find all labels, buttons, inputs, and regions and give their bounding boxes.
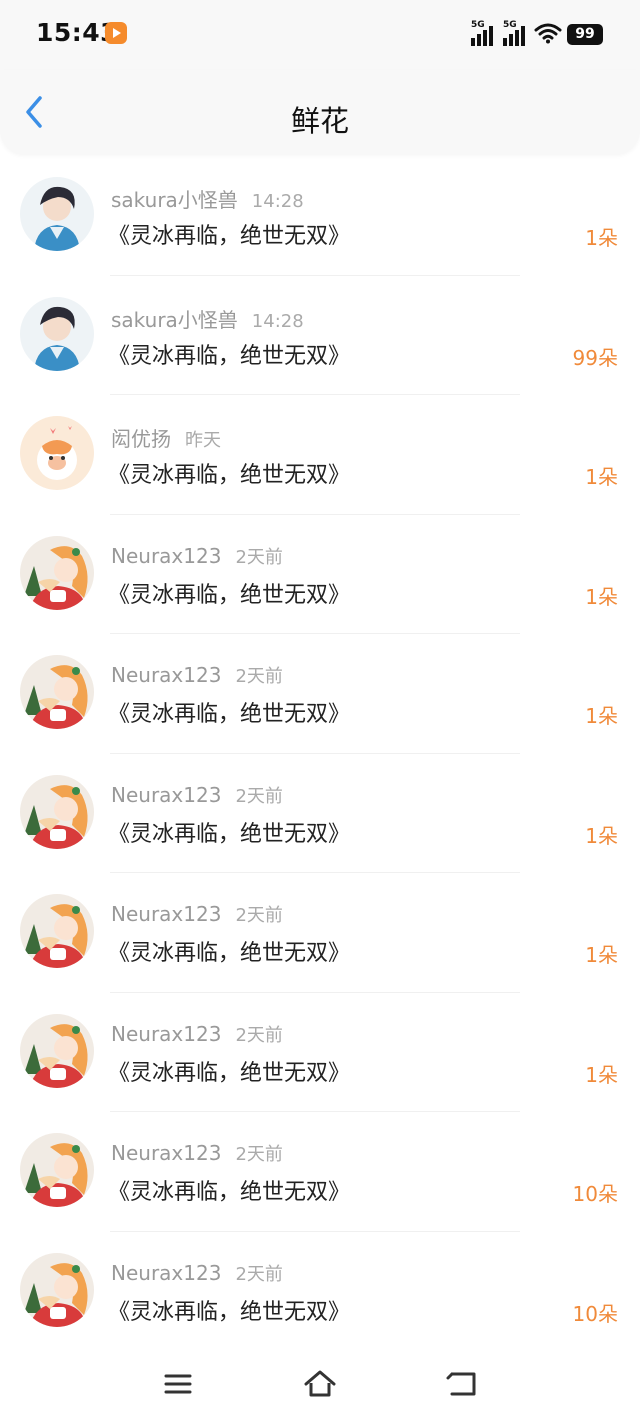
username: 闳优扬 — [111, 427, 171, 451]
battery-indicator: 99 — [567, 24, 603, 45]
avatar[interactable] — [20, 535, 94, 610]
flower-count: 1朵 — [585, 1062, 618, 1087]
avatar[interactable] — [20, 774, 94, 849]
book-title: 《灵冰再临，绝世无双》 — [108, 1180, 351, 1205]
send-time: 2天前 — [235, 1263, 283, 1285]
signal-label: 5G — [471, 20, 485, 30]
flower-count: 1朵 — [585, 465, 618, 489]
page-title: 鲜花 — [290, 104, 349, 138]
flower-count: 10朵 — [572, 1301, 618, 1326]
username-line: Neurax123 2天前 — [111, 782, 283, 808]
username-line: Neurax123 2天前 — [111, 1140, 283, 1166]
signal-icon: 5G — [471, 20, 497, 46]
username-line: Neurax123 2天前 — [111, 662, 283, 688]
username: Neurax123 — [111, 543, 222, 568]
wifi-icon — [534, 23, 562, 44]
username: Neurax123 — [111, 1141, 222, 1165]
flower-count: 1朵 — [585, 584, 618, 609]
flower-count: 1朵 — [585, 823, 618, 848]
send-time: 2天前 — [235, 1024, 283, 1046]
avatar[interactable] — [20, 296, 94, 371]
flower-count: 1朵 — [585, 704, 618, 728]
flower-count: 1朵 — [585, 226, 618, 250]
list-item[interactable]: Neurax123 2天前《灵冰再临，绝世无双》 10朵 — [0, 1112, 640, 1232]
list-item[interactable]: Neurax123 2天前《灵冰再临，绝世无双》 1朵 — [0, 754, 640, 873]
username-line: Neurax123 2天前 — [111, 1021, 283, 1047]
avatar[interactable] — [20, 655, 94, 729]
username-line: sakura小怪兽 14:28 — [111, 184, 304, 213]
book-title: 《灵冰再临，绝世无双》 — [108, 1299, 351, 1325]
flower-count: 1朵 — [585, 943, 618, 967]
send-time: 昨天 — [185, 430, 221, 451]
signal-icon-2: 5G — [503, 20, 529, 46]
home-icon[interactable] — [302, 1366, 338, 1402]
menu-icon[interactable] — [160, 1366, 196, 1402]
username-line: Neurax123 2天前 — [111, 901, 283, 927]
list-item[interactable]: Neurax123 2天前《灵冰再临，绝世无双》 1朵 — [0, 873, 640, 993]
list-item[interactable]: sakura小怪兽 14:28 《灵冰再临，绝世无双》 1朵 — [0, 156, 640, 276]
status-bar: 15:43 5G 5G 99 — [0, 0, 640, 70]
send-time: 14:28 — [251, 310, 304, 332]
page-header: 鲜花 — [0, 70, 640, 154]
book-title: 《灵冰再临，绝世无双》 — [108, 582, 351, 608]
username: Neurax123 — [111, 902, 222, 926]
send-time: 2天前 — [235, 546, 283, 568]
signal-label-2: 5G — [503, 20, 517, 30]
book-title: 《灵冰再临，绝世无双》 — [108, 343, 351, 369]
username: Neurax123 — [111, 782, 222, 807]
list-item[interactable]: Neurax123 2天前《灵冰再临，绝世无双》 1朵 — [0, 634, 640, 754]
book-title: 《灵冰再临，绝世无双》 — [108, 821, 351, 847]
avatar[interactable] — [20, 1252, 94, 1327]
return-icon[interactable] — [444, 1366, 480, 1402]
book-title: 《灵冰再临，绝世无双》 — [108, 702, 351, 727]
flower-count: 99朵 — [572, 345, 618, 370]
book-title: 《灵冰再临，绝世无双》 — [108, 463, 351, 488]
username: Neurax123 — [111, 1260, 222, 1285]
avatar[interactable] — [20, 1133, 94, 1207]
send-time: 2天前 — [235, 1144, 283, 1165]
avatar[interactable] — [20, 177, 94, 251]
avatar[interactable] — [20, 416, 94, 490]
list-item[interactable]: sakura小怪兽 14:28 《灵冰再临，绝世无双》 99朵 — [0, 276, 640, 395]
username: Neurax123 — [111, 663, 222, 687]
username-line: 闳优扬 昨天 — [111, 423, 221, 452]
send-time: 2天前 — [235, 785, 283, 807]
book-title: 《灵冰再临，绝世无双》 — [108, 1060, 351, 1086]
send-time: 2天前 — [235, 905, 283, 926]
book-title: 《灵冰再临，绝世无双》 — [108, 941, 351, 966]
username-line: Neurax123 2天前 — [111, 1260, 283, 1286]
send-time: 14:28 — [251, 191, 304, 212]
username-line: Neurax123 2天前 — [111, 543, 283, 569]
list-item[interactable]: Neurax123 2天前《灵冰再临，绝世无双》 1朵 — [0, 993, 640, 1112]
send-time: 2天前 — [235, 666, 283, 687]
avatar[interactable] — [20, 894, 94, 968]
list-item[interactable]: 闳优扬 昨天《灵冰再临，绝世无双》 1朵 — [0, 395, 640, 515]
flower-record-list: sakura小怪兽 14:28 《灵冰再临，绝世无双》 1朵 sakura小怪兽 14:2… — [0, 156, 640, 1351]
avatar[interactable] — [20, 1013, 94, 1088]
username: sakura小怪兽 — [111, 188, 238, 212]
book-title: 《灵冰再临，绝世无双》 — [108, 224, 351, 249]
list-item[interactable]: Neurax123 2天前《灵冰再临，绝世无双》 10朵 — [0, 1232, 640, 1351]
username-line: sakura小怪兽 14:28 — [111, 304, 304, 333]
username: Neurax123 — [111, 1021, 222, 1046]
username: sakura小怪兽 — [111, 307, 238, 332]
flower-count: 10朵 — [572, 1182, 618, 1206]
list-item[interactable]: Neurax123 2天前《灵冰再临，绝世无双》 1朵 — [0, 515, 640, 634]
system-navigation-bar — [0, 1350, 640, 1422]
app-notification-icon — [105, 22, 127, 44]
